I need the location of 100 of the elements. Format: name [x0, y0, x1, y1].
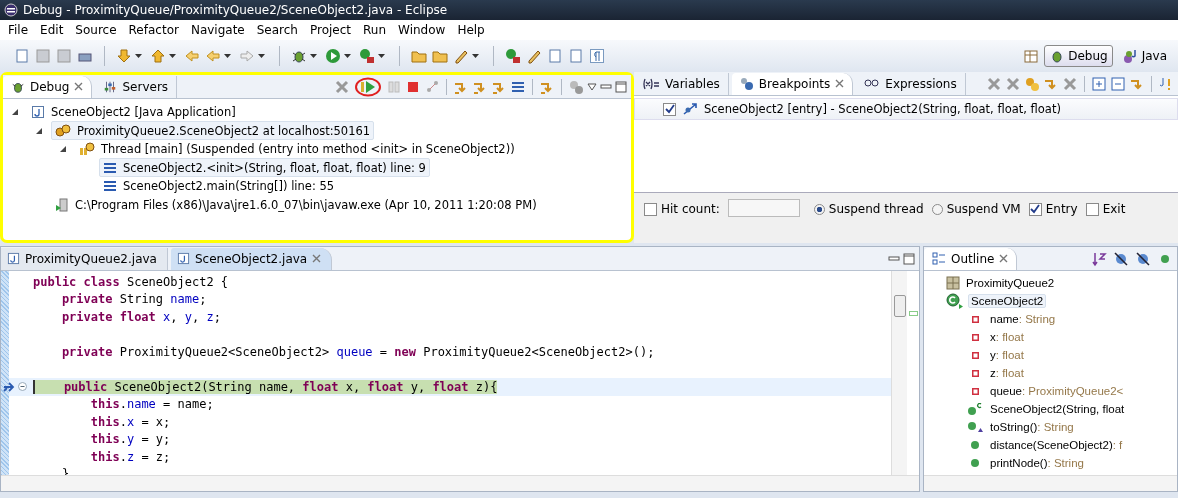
close-icon[interactable] [74, 82, 84, 91]
editor-tab[interactable]: ProximityQueue2.java [1, 247, 168, 270]
outline-item[interactable]: x: float [988, 331, 1026, 343]
view-tab[interactable]: Expressions [856, 72, 966, 95]
menu-item[interactable]: Help [452, 23, 492, 37]
outline-item[interactable]: printNode(): String [988, 457, 1086, 469]
close-icon[interactable] [835, 79, 845, 88]
outline-item[interactable]: distance(SceneObject2): f [988, 439, 1125, 451]
dropdown-caret-icon[interactable] [378, 54, 385, 58]
view-tab[interactable]: Outline [924, 247, 1018, 270]
radio-button[interactable] [931, 203, 943, 215]
pen-icon[interactable] [453, 48, 469, 64]
collapse-all-icon[interactable] [1110, 75, 1126, 92]
maximize-icon[interactable] [615, 80, 627, 93]
code-line: private float x, y, z; [60, 309, 221, 324]
run-icon[interactable] [325, 48, 341, 64]
maximize-icon[interactable] [903, 252, 915, 265]
dropdown-caret-icon[interactable] [169, 54, 176, 58]
remove-all-icon[interactable] [1005, 75, 1021, 92]
view-tab[interactable]: Breakpoints [731, 72, 854, 95]
outline-item[interactable]: z: float [988, 367, 1026, 379]
last-edit-icon[interactable] [184, 48, 200, 64]
folder-icon[interactable] [432, 48, 448, 64]
outline-item[interactable]: y: float [988, 349, 1026, 361]
bug-icon[interactable] [291, 48, 307, 64]
dropdown-caret-icon[interactable] [472, 54, 479, 58]
menu-item[interactable]: Navigate [185, 23, 252, 37]
hit-count-field[interactable] [727, 199, 800, 217]
java-file-icon [7, 252, 20, 265]
editor-tab[interactable]: SceneObject2.java [170, 247, 333, 270]
outline-item[interactable]: toString(): String [988, 421, 1076, 433]
menu-item[interactable]: Search [251, 23, 305, 37]
outline-item[interactable]: SceneObject2(String, float [988, 403, 1127, 415]
outline-item[interactable]: ProximityQueue2 [964, 277, 1057, 289]
previous-annotation-icon[interactable] [150, 48, 166, 64]
outline-item[interactable]: SceneObject2 [968, 294, 1047, 308]
debug-tree-item[interactable]: SceneObject2.<init>(String, float, float, float) line: 9 [99, 158, 430, 178]
outline-item[interactable]: name: String [988, 313, 1058, 325]
highlighter-icon[interactable] [526, 48, 542, 64]
debug-tree-item[interactable]: SceneObject2.main(String[]) line: 55 [99, 176, 339, 196]
open-perspective-icon[interactable] [1023, 48, 1040, 64]
view-tab[interactable]: Servers [95, 75, 178, 98]
checkbox[interactable] [644, 202, 657, 216]
expand-triangle-icon[interactable] [35, 126, 43, 135]
vertical-scrollbar[interactable] [891, 271, 907, 475]
dropdown-caret-icon[interactable] [258, 54, 265, 58]
debug-tree-item[interactable]: C:\Program Files (x86)\Java\jre1.6.0_07\bin\javaw.exe (Apr 10, 2011 1:20:08 PM) [51, 195, 541, 215]
pilcrow-icon[interactable] [589, 48, 605, 64]
new-file-icon[interactable] [14, 48, 30, 64]
perspective-button[interactable]: Debug [1044, 45, 1113, 67]
save-icon[interactable] [35, 48, 51, 64]
debug-tree-item[interactable]: SceneObject2 [Java Application] [27, 102, 240, 122]
outline-item[interactable]: queue: ProximityQueue2< [988, 385, 1126, 397]
menu-item[interactable]: Edit [35, 23, 71, 37]
expand-triangle-icon[interactable] [59, 145, 67, 154]
debug-tree-item[interactable]: ProximityQueue2.SceneObject2 at localhost:50161 [51, 121, 375, 141]
window-title: Debug - ProximityQueue/ProximityQueue2/SceneObject2.java - Eclipse [23, 3, 448, 17]
expand-triangle-icon[interactable] [11, 108, 19, 117]
menu-item[interactable]: Window [393, 23, 453, 37]
dropdown-caret-icon[interactable] [310, 54, 317, 58]
checkbox[interactable] [1028, 202, 1042, 216]
threads-icon[interactable] [568, 78, 584, 95]
dropdown-caret-icon[interactable] [135, 54, 142, 58]
fold-icon[interactable] [18, 382, 27, 392]
resume-icon[interactable] [355, 76, 381, 97]
close-icon[interactable] [999, 254, 1009, 263]
perspective-button[interactable]: Java [1117, 45, 1172, 67]
skip-breakpoints-icon[interactable] [1062, 75, 1078, 92]
dropdown-caret-icon[interactable] [344, 54, 351, 58]
debug-tree-item[interactable]: Thread [main] (Suspended (entry into method <init> in SceneObject2)) [75, 139, 519, 159]
remove-icon[interactable] [986, 75, 1002, 92]
breakpoint-row[interactable]: SceneObject2 [entry] - SceneObject2(String, float, float, float) [634, 98, 1178, 120]
menu-item[interactable]: Run [358, 23, 394, 37]
radio-button[interactable] [813, 203, 825, 215]
horizontal-scrollbar[interactable] [1, 475, 919, 491]
checkbox[interactable] [663, 102, 676, 116]
sort-icon[interactable] [1091, 250, 1107, 267]
checkbox[interactable] [1085, 202, 1099, 216]
hide-fields-icon[interactable] [1113, 250, 1129, 267]
menu-item[interactable]: Project [304, 23, 359, 37]
horizontal-scrollbar[interactable] [924, 475, 1177, 491]
disconnect-icon[interactable] [424, 78, 440, 95]
hide-static-icon[interactable] [1135, 250, 1151, 267]
menu-item[interactable]: Refactor [123, 23, 186, 37]
view-tab[interactable]: Variables [634, 72, 729, 95]
expand-all-icon[interactable] [1091, 75, 1107, 92]
dropdown-caret-icon[interactable] [224, 54, 231, 58]
view-menu-icon[interactable] [587, 82, 597, 91]
private-field-icon [971, 369, 979, 377]
next-annotation-icon[interactable] [116, 48, 132, 64]
save-all-icon[interactable] [56, 48, 72, 64]
remove-icon[interactable] [334, 78, 350, 95]
menu-item[interactable]: File [3, 23, 36, 37]
close-icon[interactable] [312, 254, 322, 263]
external-tools-icon[interactable] [359, 48, 375, 64]
private-field-icon [971, 387, 979, 395]
gears-icon[interactable] [1024, 75, 1040, 92]
open-folder-icon[interactable] [411, 48, 427, 64]
view-tab[interactable]: Debug [3, 75, 93, 98]
menu-item[interactable]: Source [70, 23, 124, 37]
